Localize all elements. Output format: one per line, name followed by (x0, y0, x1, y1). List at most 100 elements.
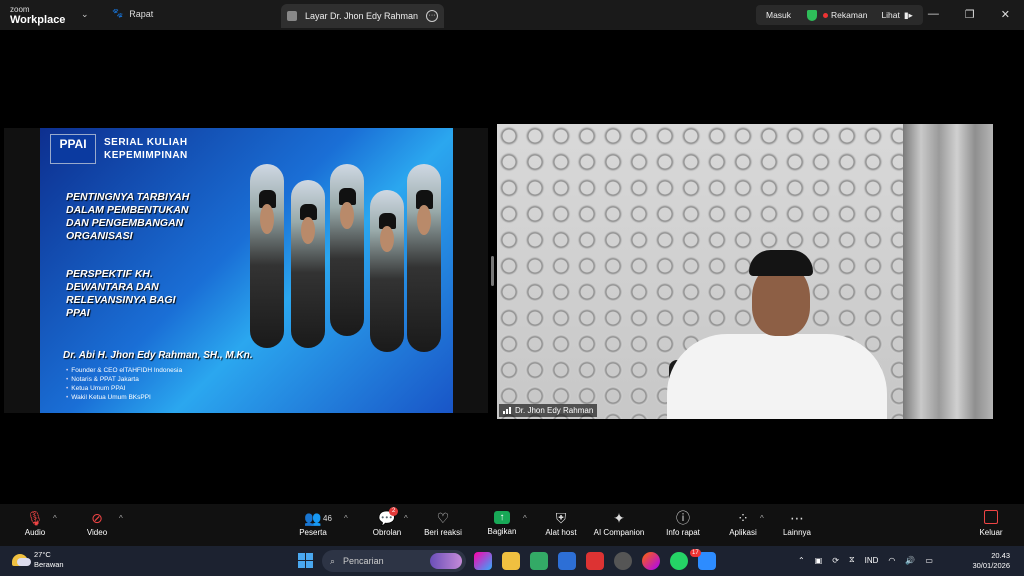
avatar (287, 11, 297, 21)
sparkle-icon: ✦ (613, 510, 625, 526)
clock[interactable]: 20.43 30/01/2026 (972, 551, 1010, 571)
battery-icon[interactable]: ▭ (925, 556, 933, 565)
share-screen-icon: ↑ (494, 511, 510, 524)
title-bar: zoom Workplace ⌄ 🐾 Rapat Layar Dr. Jhon … (0, 0, 1024, 30)
tray-app-icon[interactable]: ▣ (815, 556, 823, 565)
store-icon[interactable] (558, 552, 576, 570)
zoom-workplace-logo: zoom Workplace (10, 5, 66, 26)
video-off-icon: ⊘ (91, 510, 103, 526)
photo-strip (330, 164, 364, 336)
audio-button[interactable]: 🎙 Audio (20, 508, 50, 537)
chat-options-caret[interactable]: ^ (404, 514, 408, 523)
heart-icon: ♡ (436, 510, 450, 526)
shield-icon (807, 9, 818, 21)
windows-start-icon[interactable] (298, 553, 313, 568)
video-options-caret[interactable]: ^ (119, 514, 123, 523)
taskbar-apps (474, 552, 716, 570)
tray-app-icon[interactable]: ⧖ (849, 555, 855, 565)
audio-options-caret[interactable]: ^ (53, 514, 57, 523)
search-icon: ⌕ (330, 555, 336, 566)
apps-button[interactable]: ⁘ Aplikasi (726, 508, 760, 537)
volume-icon[interactable]: 🔊 (905, 556, 915, 565)
temperature: 27°C (34, 550, 51, 559)
weather-widget[interactable]: 27°C Berawan (12, 550, 64, 570)
presentation-slide: PPAI SERIAL KULIAH KEPEMIMPINAN PENTINGN… (40, 128, 453, 413)
cloudy-weather-icon (12, 554, 31, 566)
leave-button[interactable]: Keluar (976, 508, 1006, 537)
minimize-icon[interactable]: — (928, 8, 939, 21)
curtain (903, 124, 993, 419)
shared-screen: PPAI SERIAL KULIAH KEPEMIMPINAN PENTINGN… (4, 128, 488, 413)
view-button[interactable]: Lihat (881, 10, 899, 20)
signin-button[interactable]: Masuk (766, 10, 791, 20)
more-button[interactable]: ⋯ Lainnya (780, 508, 814, 537)
language-indicator[interactable]: IND (865, 556, 879, 565)
leave-icon (984, 510, 998, 524)
participant-body (667, 334, 887, 419)
firefox-icon[interactable] (642, 552, 660, 570)
slide-subheading: PERSPEKTIF KH. DEWANTARA DAN RELEVANSINY… (66, 268, 176, 319)
tab-title: Layar Dr. Jhon Edy Rahman (305, 11, 419, 21)
date: 30/01/2026 (972, 561, 1010, 570)
search-placeholder: Pencarian (343, 556, 384, 566)
series-title: SERIAL KULIAH KEPEMIMPINAN (104, 137, 188, 161)
participant-cap (749, 250, 813, 276)
participants-count: 46 (323, 514, 332, 523)
signal-icon (503, 407, 511, 414)
resize-handle[interactable] (491, 256, 494, 286)
zoom-icon[interactable] (698, 552, 716, 570)
whatsapp-badge: 17 (690, 549, 701, 557)
apps-icon: ⁘ (737, 510, 749, 526)
ppai-logo: PPAI (50, 134, 96, 164)
meeting-menu[interactable]: 🐾 Rapat (112, 8, 153, 19)
more-options-icon[interactable]: ··· (426, 10, 438, 22)
status-pill: Masuk Rekaman Lihat ▮▸ (756, 5, 923, 25)
windows-taskbar: 27°C Berawan ⌕ Pencarian 17 ⌃ ▣ ⟳ ⧖ IND … (0, 546, 1024, 576)
weather-condition: Berawan (34, 560, 64, 569)
share-options-caret[interactable]: ^ (523, 514, 527, 523)
settings-icon[interactable] (614, 552, 632, 570)
list-item: Notaris & PPAT Jakarta (66, 375, 182, 384)
close-icon[interactable]: ✕ (1001, 8, 1010, 21)
window-controls: — ❐ ✕ (928, 8, 1010, 21)
restore-icon[interactable]: ❐ (965, 8, 975, 21)
whatsapp-icon[interactable] (670, 552, 688, 570)
wps-office-icon[interactable] (586, 552, 604, 570)
list-item: Wakil Ketua Umum BKsPPI (66, 393, 182, 402)
chevron-down-icon[interactable]: ⌄ (81, 9, 89, 20)
share-button[interactable]: ↑ Bagikan (484, 508, 520, 536)
reactions-button[interactable]: ♡ Beri reaksi (421, 508, 465, 537)
tray-app-icon[interactable]: ⟳ (832, 556, 839, 565)
meeting-toolbar: 🎙 Audio ^ ⊘ Video ^ 👥 Peserta 46 ^ 💬 Obr… (0, 504, 1024, 546)
meeting-stage: PPAI SERIAL KULIAH KEPEMIMPINAN PENTINGN… (0, 30, 1024, 504)
participants-options-caret[interactable]: ^ (344, 514, 348, 523)
copilot-icon[interactable] (474, 552, 492, 570)
muted-mic-icon: 🎙 (26, 510, 44, 526)
meeting-info-button[interactable]: ⓘ Info rapat (662, 508, 704, 537)
network-app-icon[interactable] (530, 552, 548, 570)
host-tools-button[interactable]: ⛨ Alat host (542, 508, 580, 537)
file-explorer-icon[interactable] (502, 552, 520, 570)
ai-companion-button[interactable]: ✦ AI Companion (590, 508, 648, 537)
recording-label[interactable]: Rekaman (831, 10, 867, 20)
recording-dot-icon (823, 12, 829, 18)
participant-video[interactable]: Dr. Jhon Edy Rahman (497, 124, 993, 419)
photo-strip (291, 180, 325, 348)
taskbar-search[interactable]: ⌕ Pencarian (322, 550, 466, 572)
chat-icon: 💬 (378, 510, 396, 526)
apps-options-caret[interactable]: ^ (760, 514, 764, 523)
author-roles: Founder & CEO elTAHFIDH Indonesia Notari… (66, 366, 182, 402)
video-button[interactable]: ⊘ Video (82, 508, 112, 537)
meeting-label: Rapat (129, 8, 154, 19)
paw-icon: 🐾 (112, 8, 124, 18)
list-item: Founder & CEO elTAHFIDH Indonesia (66, 366, 182, 375)
chat-button[interactable]: 💬 Obrolan (370, 508, 404, 537)
tab-screen-share[interactable]: Layar Dr. Jhon Edy Rahman ··· (281, 4, 444, 28)
time: 20.43 (991, 551, 1010, 560)
chevron-up-icon[interactable]: ⌃ (798, 556, 805, 565)
info-icon: ⓘ (676, 510, 690, 526)
search-highlight-image (430, 553, 462, 569)
wifi-icon[interactable]: ◠ (888, 556, 895, 565)
view-icon: ▮▸ (903, 9, 913, 20)
shield-icon: ⛨ (555, 510, 567, 526)
